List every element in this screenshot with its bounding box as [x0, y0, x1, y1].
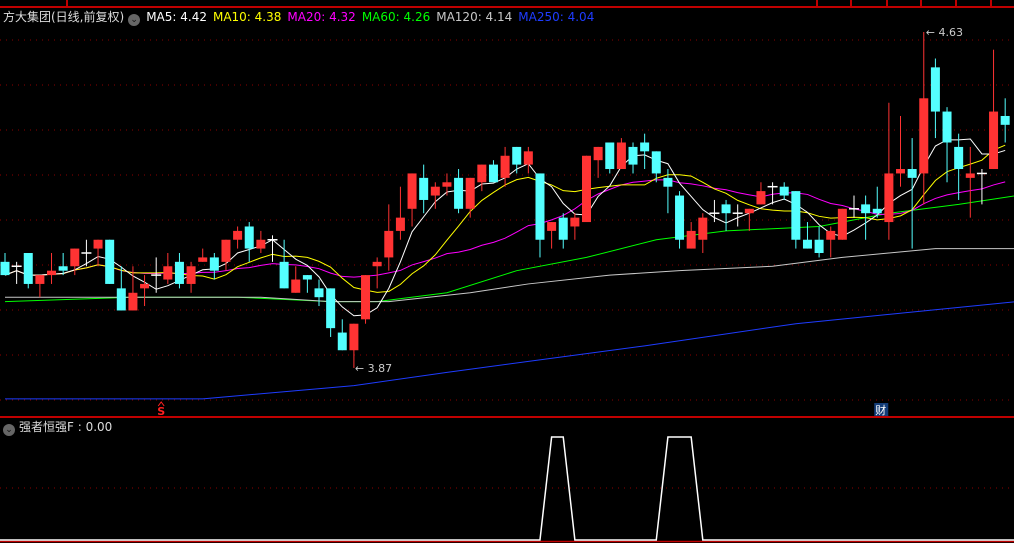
candle-down — [814, 239, 824, 253]
candle-down — [640, 142, 650, 152]
low-price-label: ← 3.87 — [355, 362, 392, 375]
candle-up — [593, 146, 603, 161]
candle-up — [128, 292, 138, 311]
ma120-label: MA120: 4.14 — [436, 10, 513, 24]
candle-down — [512, 146, 522, 165]
candle-down — [174, 261, 184, 284]
candle-up — [407, 173, 417, 209]
candle-up — [47, 270, 57, 276]
candle-up — [430, 186, 440, 196]
candle-up — [395, 217, 405, 231]
indicator-line — [0, 436, 1014, 541]
candle-up — [35, 275, 45, 284]
candle-down — [651, 151, 661, 174]
candle-down — [605, 142, 615, 170]
candle-down — [326, 288, 336, 329]
candle-down — [791, 191, 801, 240]
candle-up — [291, 279, 301, 293]
candle-up — [884, 173, 894, 223]
candle-down — [779, 186, 789, 196]
candle-up — [686, 230, 696, 249]
candle-down — [663, 177, 673, 187]
indicator-label: 强者恒强F : 0.00 — [19, 420, 113, 434]
chevron-down-icon[interactable]: ⌄ — [128, 14, 141, 26]
candle-up — [698, 217, 708, 240]
ma60-label: MA60: 4.26 — [361, 10, 431, 24]
candle-up — [93, 239, 103, 249]
candle-down — [872, 208, 882, 214]
candle-up — [582, 155, 591, 223]
candle-up — [198, 257, 208, 262]
candle-down — [721, 204, 731, 214]
stock-title: 方大集团(日线,前复权) — [3, 10, 125, 24]
candle-up — [837, 208, 847, 240]
candle-up — [989, 111, 999, 170]
ma250-line — [5, 301, 1014, 400]
candle-down — [314, 288, 324, 298]
candle-down — [488, 164, 498, 183]
ma10-label: MA10: 4.38 — [212, 10, 282, 24]
chevron-down-icon[interactable]: ⌄ — [3, 424, 15, 436]
candle-up — [523, 151, 533, 165]
ma20-label: MA20: 4.32 — [287, 10, 356, 24]
signal-marker-s: S — [157, 405, 165, 418]
candle-down — [116, 288, 126, 311]
candle-up — [547, 222, 557, 231]
candle-down — [675, 195, 685, 240]
candle-down — [337, 332, 347, 351]
candle-up — [163, 266, 173, 280]
chart-legend: 方大集团(日线,前复权) ⌄ MA5: 4.42 MA10: 4.38 MA20: 4.… — [3, 8, 600, 26]
ma20-line — [4, 179, 1006, 278]
candle-up — [500, 155, 510, 178]
candle-up — [233, 230, 243, 240]
candle-down — [0, 261, 10, 276]
candle-up — [896, 169, 906, 174]
candle-down — [279, 261, 289, 289]
high-price-label: ← 4.63 — [926, 26, 963, 39]
candle-up — [477, 164, 487, 183]
candle-down — [105, 239, 115, 284]
candle-down — [244, 226, 254, 249]
candle-down — [58, 266, 68, 271]
candle-down — [907, 169, 917, 178]
candlestick-chart[interactable]: ← 4.63 ← 3.87 S 财 — [0, 0, 1014, 543]
candle-up — [919, 98, 929, 174]
finance-marker: 财 — [875, 403, 886, 417]
candle-down — [628, 146, 638, 165]
candle-down — [302, 275, 312, 280]
candle-down — [535, 173, 545, 240]
candle-up — [465, 177, 475, 209]
candle-up — [349, 323, 359, 351]
candle-down — [861, 204, 871, 214]
ma5-label: MA5: 4.42 — [146, 10, 207, 24]
candle-up — [616, 142, 626, 170]
candle-up — [70, 248, 80, 267]
candle-up — [361, 275, 371, 320]
candle-down — [558, 217, 568, 240]
candle-up — [442, 182, 452, 187]
candle-up — [221, 239, 231, 262]
indicator-legend: ⌄ 强者恒强F : 0.00 — [3, 419, 112, 436]
candle-down — [23, 253, 33, 284]
ma250-label: MA250: 4.04 — [518, 10, 595, 24]
candle-down — [419, 177, 429, 200]
candle-up — [186, 266, 196, 284]
candle-up — [372, 261, 382, 267]
candle-down — [454, 177, 464, 209]
candle-up — [384, 230, 394, 258]
candle-down — [1000, 115, 1010, 125]
candle-up — [965, 173, 975, 178]
candle-up — [256, 239, 266, 249]
candle-down — [209, 257, 219, 271]
candle-down — [802, 239, 812, 249]
candle-up — [140, 283, 150, 289]
candle-up — [826, 230, 836, 240]
candle-down — [930, 67, 940, 112]
candle-up — [744, 208, 754, 214]
candle-down — [954, 146, 964, 170]
candle-up — [570, 217, 580, 227]
candle-up — [756, 191, 766, 205]
candle-down — [942, 111, 952, 143]
